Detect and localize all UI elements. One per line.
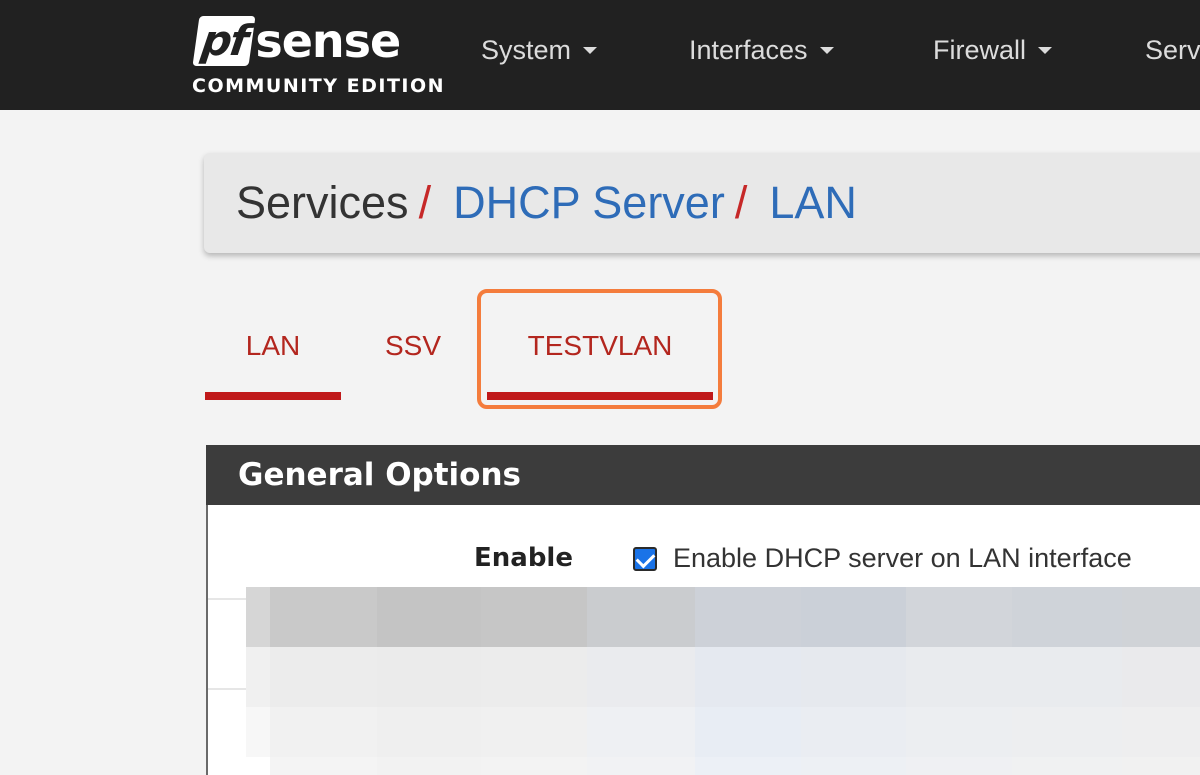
nav-menu-interfaces[interactable]: Interfaces	[689, 30, 834, 70]
nav-menu-system[interactable]: System	[481, 30, 598, 70]
logo-sense: sense	[255, 14, 401, 68]
tab-label: LAN	[245, 330, 301, 361]
tab-lan-underline	[205, 392, 341, 400]
top-navbar: pf sense COMMUNITY EDITION System Interfa…	[0, 0, 1200, 110]
nav-menu-firewall[interactable]: Firewall	[933, 30, 1053, 70]
caret-down-icon	[819, 46, 834, 54]
nav-menu-services[interactable]: Serv	[1145, 30, 1200, 70]
caret-down-icon	[583, 46, 598, 54]
breadcrumb-lan-link[interactable]: LAN	[769, 173, 857, 233]
annotation-highlight-box	[477, 289, 722, 409]
enable-dhcp-checkbox-label[interactable]: Enable DHCP server on LAN interface	[673, 540, 1132, 576]
breadcrumb-separator: /	[418, 177, 432, 228]
row-divider	[208, 688, 248, 690]
pfsense-logo[interactable]: pf sense COMMUNITY EDITION	[192, 12, 444, 100]
tab-label: SSV	[384, 330, 442, 361]
nav-menu-label: System	[481, 35, 572, 65]
nav-menu-label: Interfaces	[689, 35, 808, 65]
logo-wordmark: pf sense	[192, 12, 401, 70]
enable-dhcp-checkbox[interactable]	[633, 547, 657, 571]
logo-edition: COMMUNITY EDITION	[192, 75, 446, 97]
tab-ssv[interactable]: SSV	[375, 325, 451, 367]
obscured-content	[246, 587, 1200, 775]
panel-heading: General Options	[206, 445, 1200, 505]
row-divider	[208, 598, 248, 600]
logo-pf: pf	[192, 16, 256, 66]
breadcrumb: Services / DHCP Server / LAN	[204, 153, 1200, 253]
tab-lan[interactable]: LAN	[205, 325, 341, 367]
nav-menu-label: Serv	[1145, 35, 1200, 65]
nav-menu-label: Firewall	[933, 35, 1027, 65]
breadcrumb-dhcp-server-link[interactable]: DHCP Server	[453, 173, 725, 233]
caret-down-icon	[1038, 46, 1053, 54]
enable-label: Enable	[474, 543, 573, 573]
breadcrumb-separator: /	[734, 177, 748, 228]
breadcrumb-services: Services	[236, 177, 409, 228]
